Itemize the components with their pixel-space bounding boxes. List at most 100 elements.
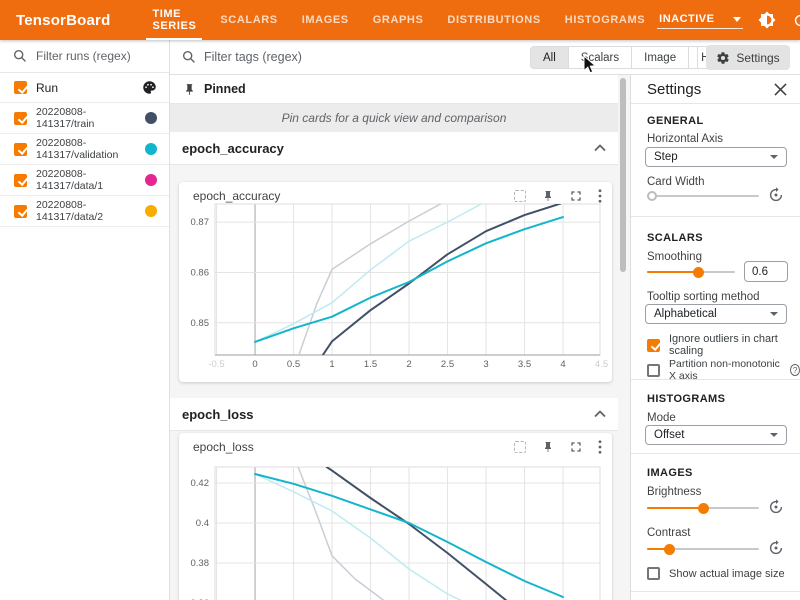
settings-button-label: Settings bbox=[736, 51, 779, 65]
tag-filter bbox=[182, 40, 404, 74]
palette-icon[interactable] bbox=[142, 80, 157, 95]
close-icon[interactable] bbox=[774, 83, 787, 96]
smoothing-label: Smoothing bbox=[647, 251, 702, 263]
epoch-loss-chart[interactable]: -0.500.511.522.533.544.50.360.380.40.42 bbox=[179, 457, 612, 600]
svg-text:4.5: 4.5 bbox=[595, 359, 608, 370]
histogram-mode-select[interactable]: Offset bbox=[645, 425, 787, 445]
show-actual-size-checkbox[interactable] bbox=[647, 567, 660, 580]
app-title: TensorBoard bbox=[16, 12, 110, 29]
run-filter-input[interactable] bbox=[36, 49, 156, 63]
run-row-data-1[interactable]: 20220808-141317/data/1 bbox=[0, 165, 169, 196]
pin-icon[interactable] bbox=[542, 441, 554, 453]
appbar: TensorBoard TIME SERIES SCALARS IMAGES G… bbox=[0, 0, 800, 40]
reset-icon[interactable] bbox=[768, 540, 784, 561]
pin-icon[interactable] bbox=[542, 190, 554, 202]
smoothing-value-input[interactable] bbox=[744, 261, 788, 282]
run-color-dot bbox=[145, 112, 157, 124]
card-header: epoch_loss bbox=[179, 433, 612, 454]
ignore-outliers-row[interactable]: Ignore outliers in chart scaling bbox=[647, 333, 800, 357]
scrollbar[interactable] bbox=[620, 78, 626, 272]
tooltip-sort-select[interactable]: Alphabetical bbox=[645, 304, 787, 324]
section-epoch-accuracy[interactable]: epoch_accuracy bbox=[170, 132, 618, 165]
reload-status-value: INACTIVE bbox=[659, 13, 714, 25]
tab-images[interactable]: IMAGES bbox=[290, 0, 361, 40]
search-icon bbox=[182, 50, 196, 64]
runs-sidebar: Run 20220808-141317/train 20220808-14131… bbox=[0, 40, 170, 600]
brightness-slider[interactable] bbox=[647, 501, 759, 515]
fit-domain-icon[interactable] bbox=[514, 190, 526, 202]
chevron-down-icon bbox=[770, 312, 778, 316]
show-actual-size-row[interactable]: Show actual image size bbox=[647, 567, 785, 580]
card-epoch-accuracy: epoch_accuracy -0.500.511.522.533.544.50… bbox=[179, 182, 612, 382]
card-width-slider[interactable] bbox=[647, 189, 759, 203]
toolbar-divider bbox=[697, 46, 698, 69]
help-icon[interactable]: ? bbox=[790, 364, 800, 376]
epoch-accuracy-chart[interactable]: -0.500.511.522.533.544.50.850.860.87 bbox=[179, 202, 612, 374]
select-all-runs-checkbox[interactable] bbox=[14, 81, 27, 94]
images-heading: IMAGES bbox=[647, 467, 693, 479]
tags-toolbar: All Scalars Image Histogram Settings bbox=[170, 40, 800, 75]
run-label: 20220808-141317/data/2 bbox=[36, 199, 145, 224]
run-list-header: Run bbox=[0, 73, 169, 103]
run-row-validation[interactable]: 20220808-141317/validation bbox=[0, 134, 169, 165]
run-label: 20220808-141317/train bbox=[36, 106, 145, 131]
smoothing-slider[interactable] bbox=[647, 265, 735, 279]
filter-image-button[interactable]: Image bbox=[632, 46, 689, 69]
fit-domain-icon[interactable] bbox=[514, 441, 526, 453]
gear-icon bbox=[716, 51, 730, 65]
svg-text:0.38: 0.38 bbox=[191, 558, 210, 569]
fullscreen-icon[interactable] bbox=[570, 190, 582, 202]
run-filter bbox=[0, 40, 169, 73]
tag-filter-input[interactable] bbox=[204, 50, 404, 64]
svg-text:0.4: 0.4 bbox=[196, 518, 209, 529]
contrast-slider[interactable] bbox=[647, 542, 759, 556]
more-menu-icon[interactable] bbox=[598, 189, 602, 203]
dark-mode-toggle-icon[interactable] bbox=[758, 11, 776, 29]
settings-panel-title: Settings bbox=[647, 81, 774, 98]
run-checkbox[interactable] bbox=[14, 174, 27, 187]
svg-text:2: 2 bbox=[406, 359, 411, 370]
more-menu-icon[interactable] bbox=[598, 440, 602, 454]
svg-text:0.86: 0.86 bbox=[191, 267, 210, 278]
chevron-down-icon bbox=[770, 155, 778, 159]
search-icon bbox=[13, 49, 27, 63]
brightness-label: Brightness bbox=[647, 486, 701, 498]
chevron-up-icon[interactable] bbox=[594, 144, 606, 152]
chevron-up-icon[interactable] bbox=[594, 410, 606, 418]
tab-time-series[interactable]: TIME SERIES bbox=[140, 0, 208, 40]
svg-text:3: 3 bbox=[483, 359, 488, 370]
fullscreen-icon[interactable] bbox=[570, 441, 582, 453]
pinned-empty-message: Pin cards for a quick view and compariso… bbox=[170, 104, 618, 132]
filter-all-button[interactable]: All bbox=[530, 46, 569, 69]
section-title: epoch_loss bbox=[182, 407, 254, 422]
chevron-down-icon bbox=[733, 17, 741, 22]
run-checkbox[interactable] bbox=[14, 112, 27, 125]
tab-graphs[interactable]: GRAPHS bbox=[361, 0, 436, 40]
tensorboard-app: TensorBoard TIME SERIES SCALARS IMAGES G… bbox=[0, 0, 800, 600]
reset-icon[interactable] bbox=[768, 187, 784, 208]
reset-icon[interactable] bbox=[768, 499, 784, 520]
general-heading: GENERAL bbox=[647, 115, 704, 127]
filter-scalars-button[interactable]: Scalars bbox=[569, 46, 632, 69]
card-title: epoch_loss bbox=[193, 440, 514, 454]
settings-button[interactable]: Settings bbox=[706, 45, 790, 70]
run-row-train[interactable]: 20220808-141317/train bbox=[0, 103, 169, 134]
settings-panel: Settings GENERAL Horizontal Axis Step Ca… bbox=[630, 75, 800, 600]
tab-distributions[interactable]: DISTRIBUTIONS bbox=[435, 0, 552, 40]
ignore-outliers-checkbox[interactable] bbox=[647, 339, 660, 352]
reload-status-dropdown[interactable]: INACTIVE bbox=[657, 11, 743, 29]
partition-x-checkbox[interactable] bbox=[647, 364, 660, 377]
horizontal-axis-select[interactable]: Step bbox=[645, 147, 787, 167]
run-row-data-2[interactable]: 20220808-141317/data/2 bbox=[0, 196, 169, 227]
svg-text:3.5: 3.5 bbox=[518, 359, 531, 370]
svg-text:-0.5: -0.5 bbox=[208, 359, 224, 370]
run-checkbox[interactable] bbox=[14, 205, 27, 218]
section-epoch-loss[interactable]: epoch_loss bbox=[170, 398, 618, 431]
run-checkbox[interactable] bbox=[14, 143, 27, 156]
tab-scalars[interactable]: SCALARS bbox=[208, 0, 289, 40]
cards-area: Pinned Pin cards for a quick view and co… bbox=[170, 75, 630, 600]
tab-histograms[interactable]: HISTOGRAMS bbox=[553, 0, 657, 40]
refresh-icon[interactable] bbox=[791, 11, 800, 29]
card-title: epoch_accuracy bbox=[193, 189, 514, 203]
svg-text:0: 0 bbox=[252, 359, 257, 370]
